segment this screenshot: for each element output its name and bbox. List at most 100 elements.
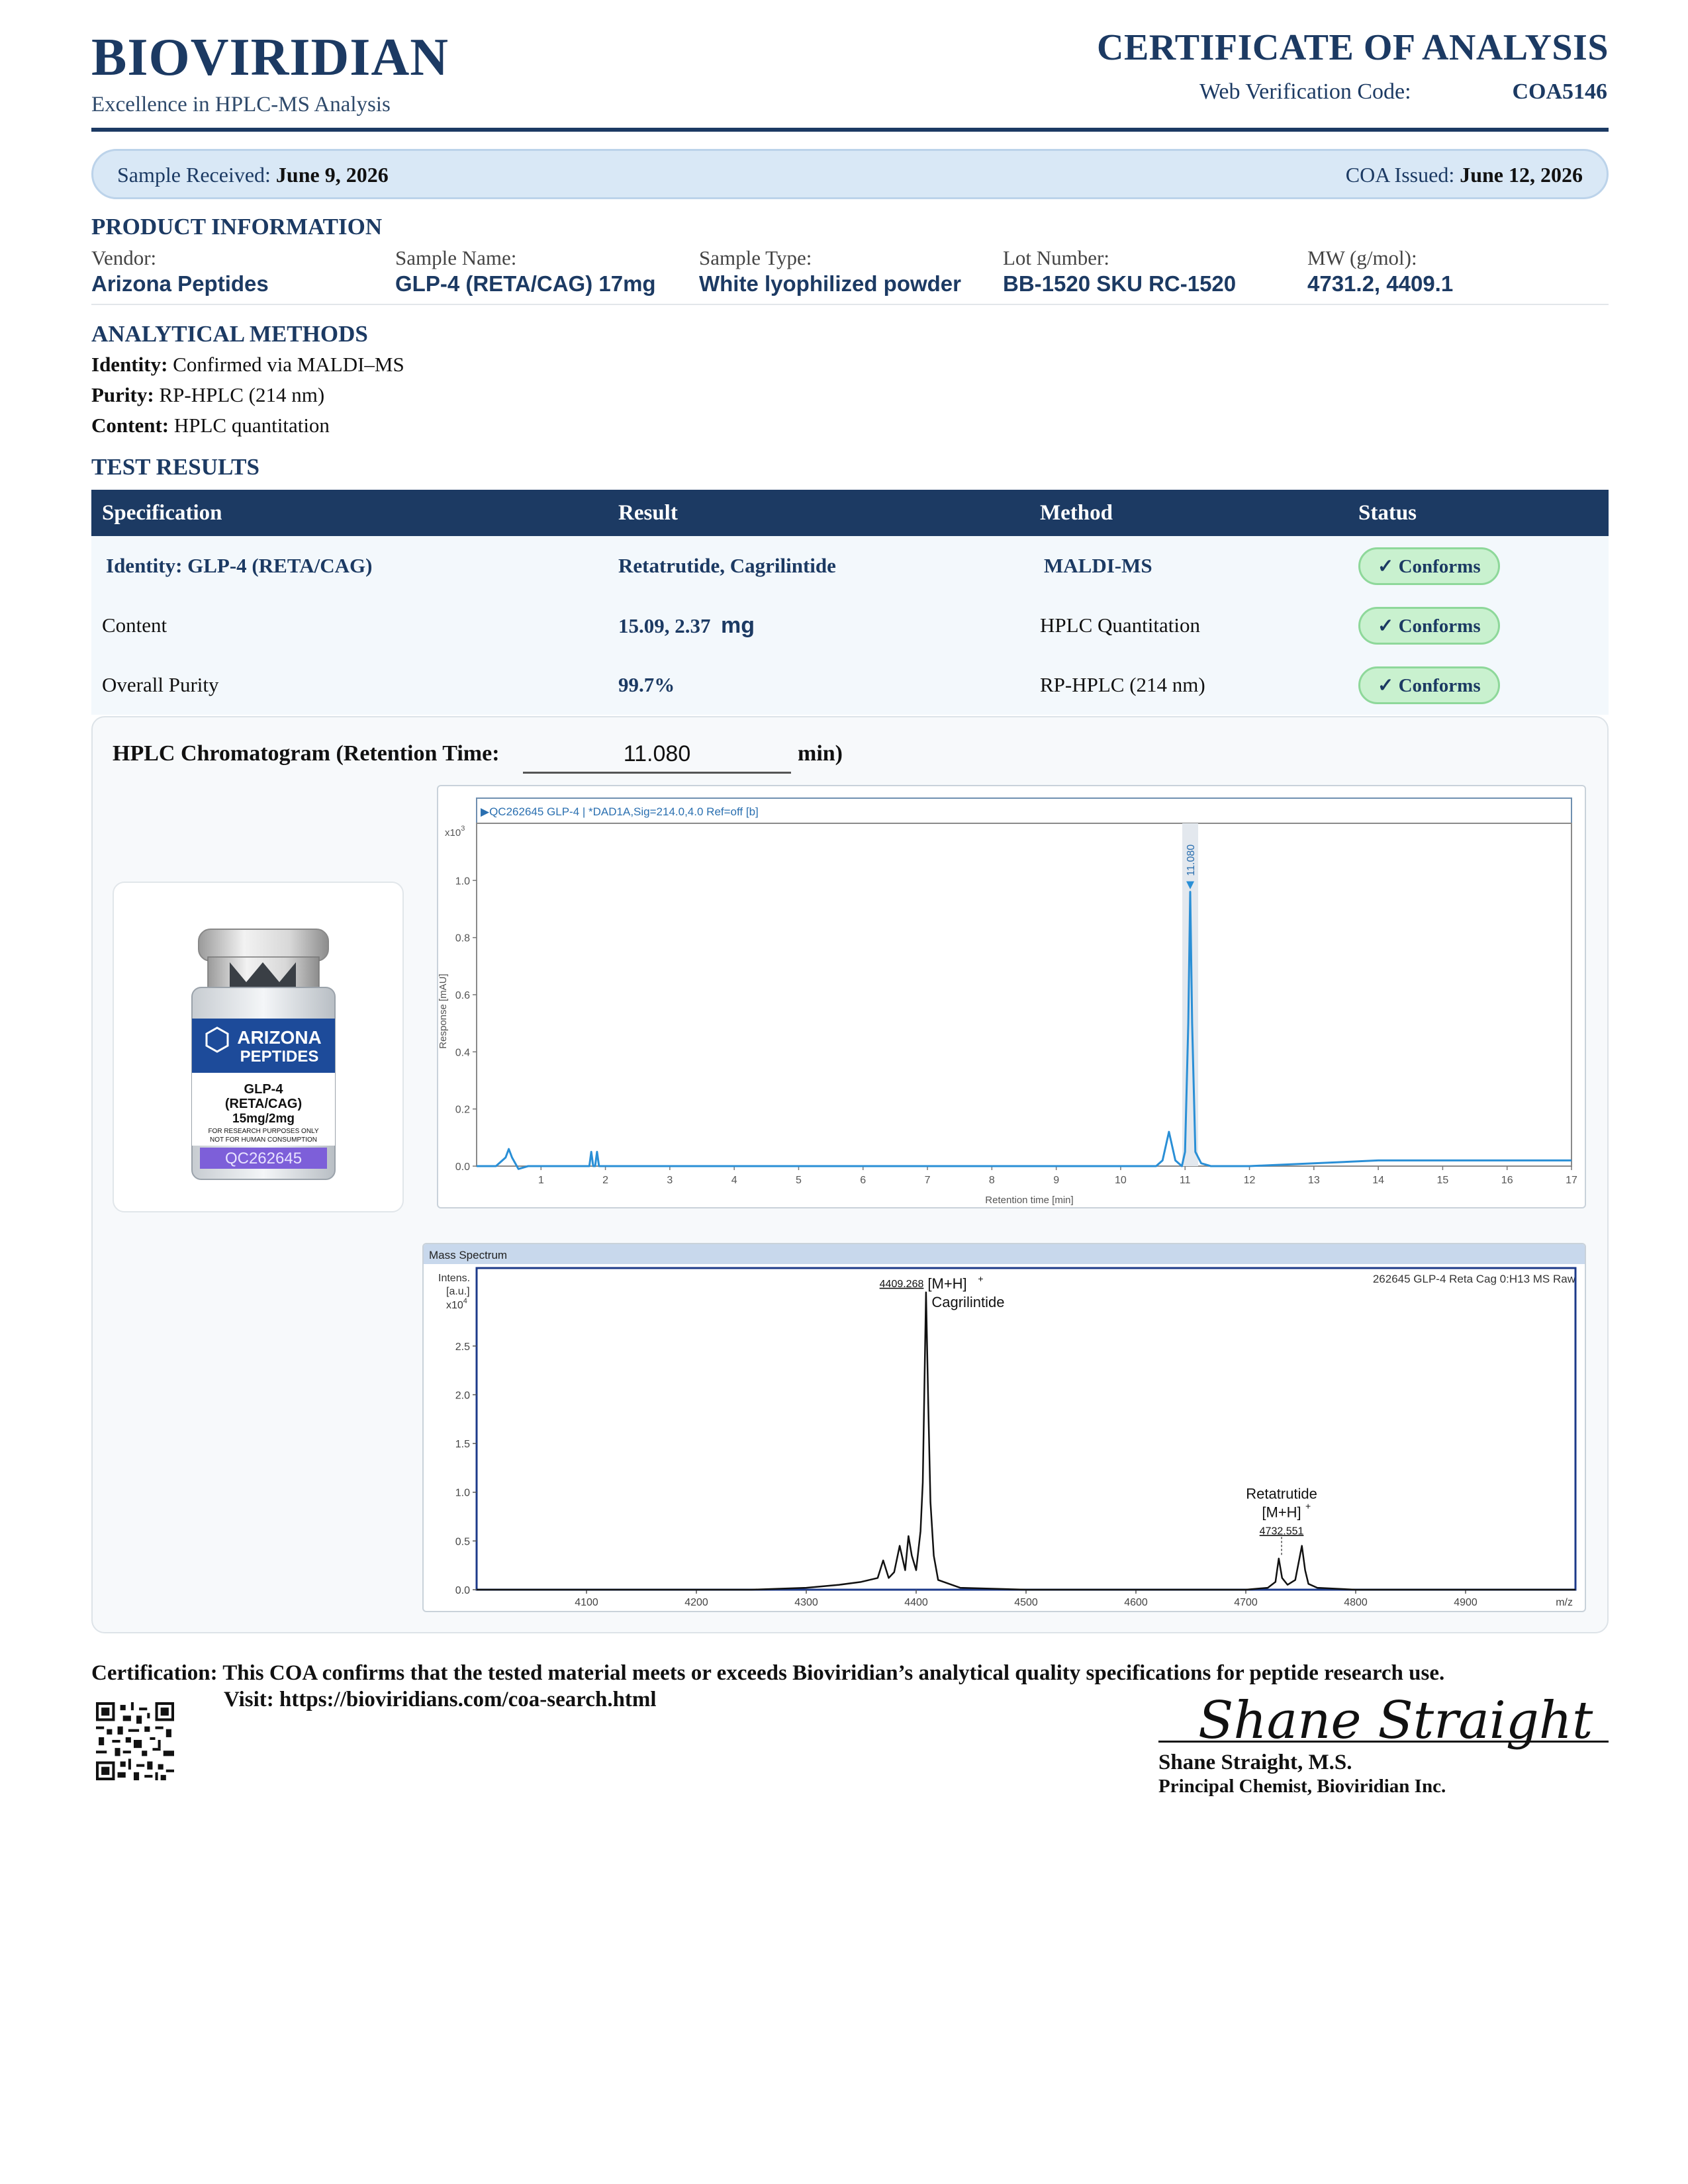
method-identity-label: Identity: [91, 353, 168, 376]
result-cell: Retatrutide, Cagrilintide [608, 536, 1029, 596]
hplc-chromatogram-chart: ▶QC262645 GLP-4 | *DAD1A,Sig=214.0,4.0 R… [437, 785, 1586, 1208]
ms-x-tick-label: 4800 [1344, 1597, 1368, 1608]
brand-name: BIOVIRIDIAN [91, 28, 449, 87]
header-method: Method [1029, 490, 1348, 536]
method-cell: HPLC Quantitation [1029, 596, 1348, 655]
status-cell: ✓ Conforms [1348, 596, 1609, 655]
retention-time-value: 11.080 [623, 741, 691, 766]
spec-cell: Overall Purity [91, 655, 608, 715]
hplc-x-tick-label: 16 [1501, 1175, 1513, 1186]
method-content-value: HPLC quantitation [173, 414, 330, 437]
hplc-y-mult-base: x10 [445, 827, 461, 839]
spec-cell: Identity: GLP-4 (RETA/CAG) [91, 536, 608, 596]
test-results-title: TEST RESULTS [91, 454, 259, 480]
sample-type-value: White lyophilized powder [699, 271, 961, 296]
ms-sample-label: 262645 GLP-4 Reta Cag 0:H13 MS Raw [1373, 1273, 1576, 1285]
verification-link[interactable]: Visit: https://bioviridians.com/coa-sear… [224, 1688, 657, 1712]
ms-y-tick-label: 1.5 [455, 1439, 470, 1450]
retention-time-underline [523, 772, 791, 774]
header-status: Status [1348, 490, 1609, 536]
ms-chart-svg: Mass Spectrum 262645 GLP-4 Reta Cag 0:H1… [424, 1244, 1585, 1608]
ms-peak-ion-label: [M+H] [927, 1275, 966, 1292]
result-cell: 99.7% [608, 655, 1029, 715]
verification-code: COA5146 [1512, 79, 1607, 104]
hplc-x-tick-label: 14 [1372, 1175, 1384, 1186]
status-cell: ✓ Conforms [1348, 536, 1609, 596]
issued-date: June 12, 2026 [1460, 163, 1583, 187]
ms-x-axis-label: m/z [1556, 1597, 1573, 1608]
hplc-marks: 11.080 [477, 823, 1571, 1170]
method-content-label: Content: [91, 414, 169, 437]
ms-x-tick-label: 4500 [1014, 1597, 1038, 1608]
retention-time-unit: min) [798, 741, 843, 766]
ms-x-tick-label: 4600 [1124, 1597, 1148, 1608]
ms-y-label-line2: [a.u.] [446, 1286, 470, 1297]
signature-line [1158, 1741, 1609, 1743]
header-specification: Specification [91, 490, 608, 536]
check-icon: ✓ [1378, 555, 1394, 577]
results-header-row: Specification Result Method Status [91, 490, 1609, 536]
method-identity: Identity: Confirmed via MALDI–MS [91, 353, 404, 377]
ms-y-tick-label: 2.0 [455, 1390, 470, 1401]
vial-product-line1: GLP-4 [244, 1082, 284, 1097]
ms-peak-mz-label: 4732.551 [1260, 1525, 1304, 1537]
hplc-y-tick-label: 0.8 [455, 933, 470, 944]
method-cell: RP-HPLC (214 nm) [1029, 655, 1348, 715]
header-rule [91, 128, 1609, 132]
table-row: Content 15.09, 2.37 mg HPLC Quantitation… [91, 596, 1609, 655]
hplc-y-axis-label: Response [mAU] [438, 974, 449, 1048]
product-info-title: PRODUCT INFORMATION [91, 214, 383, 240]
hplc-x-tick-label: 10 [1115, 1175, 1127, 1186]
vial-brand-line2: PEPTIDES [240, 1048, 319, 1066]
mw-value: 4731.2, 4409.1 [1307, 271, 1454, 296]
hplc-x-tick-label: 1 [538, 1175, 544, 1186]
method-cell: MALDI-MS [1029, 536, 1348, 596]
ms-y-multiplier: x104 [446, 1297, 467, 1311]
hplc-x-tick-label: 13 [1308, 1175, 1320, 1186]
qr-code-icon[interactable] [96, 1702, 174, 1780]
hplc-y-tick-label: 0.2 [455, 1105, 470, 1116]
product-vial-card: ARIZONA PEPTIDES GLP-4 (RETA/CAG) 15mg/2… [113, 882, 404, 1212]
check-icon: ✓ [1378, 615, 1394, 637]
ms-x-tick-label: 4700 [1234, 1597, 1258, 1608]
results-table: Specification Result Method Status Ident… [91, 490, 1609, 715]
ms-annotations: 4409.268 [M+H] +Cagrilintide4732.551[M+H] +… [880, 1273, 1317, 1556]
hplc-series-line [477, 891, 1571, 1170]
ms-x-tick-label: 4900 [1454, 1597, 1477, 1608]
method-content: Content: HPLC quantitation [91, 414, 330, 437]
ms-y-tick-label: 0.0 [455, 1585, 470, 1596]
hplc-x-tick-label: 4 [731, 1175, 737, 1186]
ms-x-tick-label: 4200 [684, 1597, 708, 1608]
hplc-x-tick-label: 8 [989, 1175, 995, 1186]
hplc-y-tick-label: 0.4 [455, 1047, 470, 1058]
info-divider [91, 304, 1609, 305]
ms-y-tick-label: 1.0 [455, 1488, 470, 1499]
brand-tagline: Excellence in HPLC-MS Analysis [91, 93, 391, 116]
chromatogram-title: HPLC Chromatogram (Retention Time: [113, 741, 500, 766]
ms-peak-name-label: Cagrilintide [931, 1294, 1004, 1310]
table-row: Overall Purity 99.7% RP-HPLC (214 nm) ✓ … [91, 655, 1609, 715]
status-text: Conforms [1398, 555, 1481, 577]
document-title: CERTIFICATE OF ANALYSIS [1097, 27, 1609, 68]
hplc-x-tick-label: 2 [602, 1175, 608, 1186]
hplc-y-mult-exp: 3 [461, 825, 465, 833]
received-date: June 9, 2026 [275, 163, 389, 187]
ms-header-text: Mass Spectrum [429, 1249, 507, 1261]
hplc-x-tick-label: 12 [1244, 1175, 1256, 1186]
lot-number-value: BB-1520 SKU RC-1520 [1003, 271, 1237, 296]
ms-y-mult-exp: 4 [463, 1297, 467, 1305]
check-icon: ✓ [1378, 674, 1394, 696]
ms-x-tick-label: 4300 [794, 1597, 818, 1608]
vial-dose: 15mg/2mg [232, 1112, 295, 1126]
vial-lot-code: QC262645 [225, 1150, 302, 1167]
hplc-x-tick-label: 11 [1180, 1175, 1191, 1186]
hplc-x-tick-label: 7 [925, 1175, 931, 1186]
ms-peak-ion-label: [M+H] [1262, 1504, 1301, 1520]
hplc-y-tick-label: 0.6 [455, 990, 470, 1001]
ms-peak-name-label: Retatrutide [1246, 1485, 1317, 1502]
hplc-x-axis-label: Retention time [min] [985, 1195, 1073, 1206]
result-cell: 15.09, 2.37 mg [608, 596, 1029, 655]
status-badge: ✓ Conforms [1358, 606, 1500, 645]
vial-disclaimer1: FOR RESEARCH PURPOSES ONLY [208, 1128, 318, 1135]
issued-label: COA Issued: [1345, 163, 1455, 187]
